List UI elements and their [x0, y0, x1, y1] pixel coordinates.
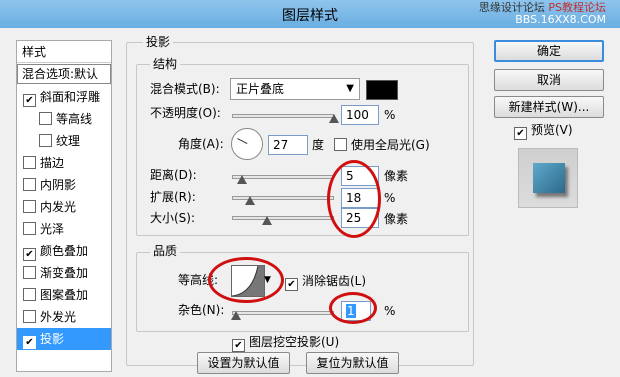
set-default-button[interactable]: 设置为默认值: [197, 352, 290, 374]
style-item[interactable]: ✔ 颜色叠加: [17, 240, 111, 262]
watermark-line3: BBS.16XX8.COM: [515, 13, 606, 26]
style-item[interactable]: 内发光: [17, 196, 111, 218]
spread-unit: %: [384, 191, 396, 205]
chevron-down-icon: ▼: [346, 83, 354, 94]
checkbox-icon[interactable]: [39, 112, 52, 125]
styles-list: 样式 混合选项:默认 ✔ 斜面和浮雕等高线纹理描边内阴影内发光光泽 ✔ 颜色叠加渐变叠…: [16, 40, 112, 372]
style-item[interactable]: 纹理: [17, 130, 111, 152]
annotation-circle: [329, 292, 377, 324]
watermark: 思缘设计论坛 PS教程论坛 BBS.16XX8.COM: [479, 2, 606, 26]
checkbox-icon[interactable]: [23, 310, 36, 323]
style-item[interactable]: 描边: [17, 152, 111, 174]
section-title: 投影: [143, 35, 174, 49]
blend-options-label: 混合选项:默认: [22, 67, 99, 81]
noise-unit: %: [384, 304, 396, 318]
knockout-label: 图层挖空投影(U): [249, 335, 340, 349]
style-item[interactable]: 光泽: [17, 218, 111, 240]
style-item-label: 斜面和浮雕: [40, 90, 101, 104]
noise-slider-thumb[interactable]: [231, 311, 241, 320]
knockout-checkbox[interactable]: ✔ 图层挖空投影(U): [232, 333, 339, 352]
checkbox-icon: [334, 138, 347, 151]
annotation-circle: [208, 257, 284, 303]
new-style-button[interactable]: 新建样式(W)...: [494, 96, 604, 118]
checkbox-icon[interactable]: [23, 200, 36, 213]
angle-input[interactable]: 27: [268, 135, 308, 155]
noise-slider[interactable]: [232, 311, 334, 315]
style-item[interactable]: 内阴影: [17, 174, 111, 196]
distance-unit: 像素: [384, 169, 409, 183]
checkbox-icon[interactable]: ✔: [23, 94, 36, 107]
global-light-label: 使用全局光(G): [351, 138, 430, 152]
checkbox-icon[interactable]: [23, 156, 36, 169]
reset-default-button[interactable]: 复位为默认值: [306, 352, 399, 374]
global-light-checkbox[interactable]: 使用全局光(G): [334, 136, 430, 154]
opacity-slider-thumb[interactable]: [329, 114, 339, 123]
style-item-label: 光泽: [40, 222, 65, 236]
style-item[interactable]: ✔ 斜面和浮雕: [17, 86, 111, 108]
blend-mode-label: 混合模式(B):: [150, 82, 220, 96]
style-item-label: 内发光: [40, 200, 77, 214]
style-item[interactable]: 渐变叠加: [17, 262, 111, 284]
structure-title: 结构: [150, 57, 181, 71]
preview-thumbnail: [533, 163, 565, 193]
style-item-label: 渐变叠加: [40, 266, 89, 280]
quality-group: [136, 252, 469, 332]
annotation-circle: [327, 160, 381, 238]
angle-dial[interactable]: [231, 128, 263, 160]
checkbox-icon[interactable]: [23, 178, 36, 191]
distance-slider[interactable]: [232, 175, 334, 179]
checkbox-icon[interactable]: [23, 288, 36, 301]
opacity-input[interactable]: 100: [341, 105, 379, 125]
distance-label: 距离(D):: [150, 168, 197, 182]
style-item[interactable]: 等高线: [17, 108, 111, 130]
style-item-label: 纹理: [56, 134, 81, 148]
opacity-slider[interactable]: [232, 114, 334, 118]
ok-button[interactable]: 确定: [494, 40, 604, 62]
anti-alias-checkbox[interactable]: ✔ 消除锯齿(L): [285, 272, 366, 291]
angle-label: 角度(A):: [178, 137, 224, 151]
style-preview: [518, 148, 578, 208]
opacity-label: 不透明度(O):: [150, 106, 221, 120]
style-item-label: 图案叠加: [40, 288, 89, 302]
style-item-label: 外发光: [40, 310, 77, 324]
styles-header[interactable]: 样式: [17, 41, 111, 63]
spread-label: 扩展(R):: [150, 190, 196, 204]
style-item[interactable]: 外发光: [17, 306, 111, 328]
style-item-label: 内阴影: [40, 178, 77, 192]
style-item[interactable]: 图案叠加: [17, 284, 111, 306]
anti-alias-label: 消除锯齿(L): [302, 274, 367, 288]
angle-needle: [237, 138, 248, 144]
spread-slider-thumb[interactable]: [245, 196, 255, 205]
size-slider-thumb[interactable]: [262, 216, 272, 225]
angle-unit: 度: [312, 138, 325, 152]
checkbox-icon[interactable]: [23, 266, 36, 279]
opacity-unit: %: [384, 108, 396, 122]
style-item-label: 颜色叠加: [40, 244, 89, 258]
checkbox-icon: ✔: [285, 278, 298, 291]
title-bar: 图层样式 思缘设计论坛 PS教程论坛 BBS.16XX8.COM: [0, 0, 620, 28]
blend-mode-select[interactable]: 正片叠底 ▼: [230, 78, 360, 100]
size-slider[interactable]: [232, 216, 334, 220]
style-item-label: 等高线: [56, 112, 93, 126]
checkbox-icon[interactable]: [39, 134, 52, 147]
blend-options-item[interactable]: 混合选项:默认: [17, 64, 111, 84]
style-item-label: 描边: [40, 156, 65, 170]
noise-label: 杂色(N):: [178, 303, 225, 317]
size-label: 大小(S):: [150, 211, 196, 225]
distance-slider-thumb[interactable]: [237, 175, 247, 184]
cancel-button[interactable]: 取消: [494, 69, 604, 91]
blend-color-swatch[interactable]: [366, 80, 398, 100]
quality-title: 品质: [150, 244, 181, 258]
checkbox-icon: ✔: [232, 339, 245, 352]
preview-label: 预览(V): [531, 123, 573, 137]
size-unit: 像素: [384, 212, 409, 226]
checkbox-icon[interactable]: [23, 222, 36, 235]
style-item-label: 投影: [40, 332, 65, 346]
checkbox-icon: ✔: [514, 127, 527, 140]
style-item[interactable]: ✔ 投影: [17, 328, 111, 350]
preview-checkbox[interactable]: ✔ 预览(V): [514, 121, 573, 140]
checkbox-icon[interactable]: ✔: [23, 248, 36, 261]
checkbox-icon[interactable]: ✔: [23, 336, 36, 349]
blend-mode-value: 正片叠底: [236, 82, 285, 96]
